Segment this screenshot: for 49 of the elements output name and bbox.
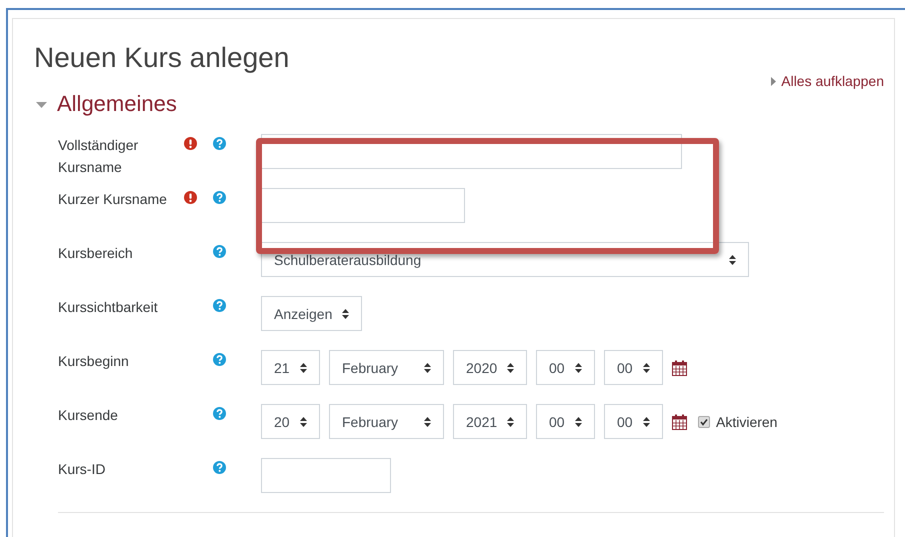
page-title: Neuen Kurs anlegen: [34, 41, 290, 75]
field-label: Kursende: [58, 406, 119, 425]
select-dropdown[interactable]: Anzeigen: [261, 296, 362, 331]
help-icon[interactable]: [213, 137, 226, 150]
text-input[interactable]: [261, 188, 465, 223]
expand-all-link[interactable]: Alles aufklappen: [771, 73, 884, 89]
sort-caret-icon: [424, 362, 431, 372]
checkbox[interactable]: [698, 416, 710, 428]
select-dropdown[interactable]: 2021: [453, 404, 527, 439]
sort-caret-icon: [643, 416, 650, 426]
sort-caret-icon: [575, 416, 582, 426]
select-dropdown[interactable]: 21: [261, 350, 320, 385]
sort-caret-icon: [342, 308, 350, 318]
field-label: Kursbeginn: [58, 352, 130, 371]
select-dropdown[interactable]: 00: [536, 350, 595, 385]
help-icon[interactable]: [213, 353, 226, 366]
field-label: Kurssichtbarkeit: [58, 298, 159, 317]
select-dropdown[interactable]: 00: [604, 350, 663, 385]
sort-caret-icon: [643, 362, 650, 372]
sort-caret-icon: [300, 362, 307, 372]
sort-caret-icon: [507, 362, 514, 372]
help-icon[interactable]: [213, 407, 226, 420]
sort-caret-icon: [575, 362, 582, 372]
calendar-icon[interactable]: [672, 360, 687, 376]
text-input[interactable]: [261, 458, 391, 493]
select-dropdown[interactable]: February: [329, 404, 444, 439]
field-label: Kursbereich: [58, 244, 134, 263]
field-label: Kurs-ID: [58, 460, 106, 479]
section-title: Allgemeines: [57, 91, 177, 117]
triangle-icon: [771, 76, 776, 86]
select-dropdown[interactable]: February: [329, 350, 444, 385]
field-label: Vollständiger Kursname: [58, 136, 140, 177]
select-dropdown[interactable]: 00: [536, 404, 595, 439]
sort-caret-icon: [424, 416, 431, 426]
field-label: Kurzer Kursname: [58, 190, 168, 209]
select-dropdown[interactable]: 00: [604, 404, 663, 439]
help-icon[interactable]: [213, 461, 226, 474]
checkbox-label: Aktivieren: [716, 414, 778, 430]
sort-caret-icon: [729, 254, 736, 264]
sort-caret-icon: [300, 416, 307, 426]
select-dropdown[interactable]: 20: [261, 404, 320, 439]
exclamation-icon: [184, 191, 197, 204]
help-icon[interactable]: [213, 191, 226, 204]
help-icon[interactable]: [213, 299, 226, 312]
sort-caret-icon: [507, 416, 514, 426]
help-icon[interactable]: [213, 245, 226, 258]
select-dropdown[interactable]: 2020: [453, 350, 527, 385]
calendar-icon[interactable]: [672, 414, 687, 430]
exclamation-icon: [184, 137, 197, 150]
